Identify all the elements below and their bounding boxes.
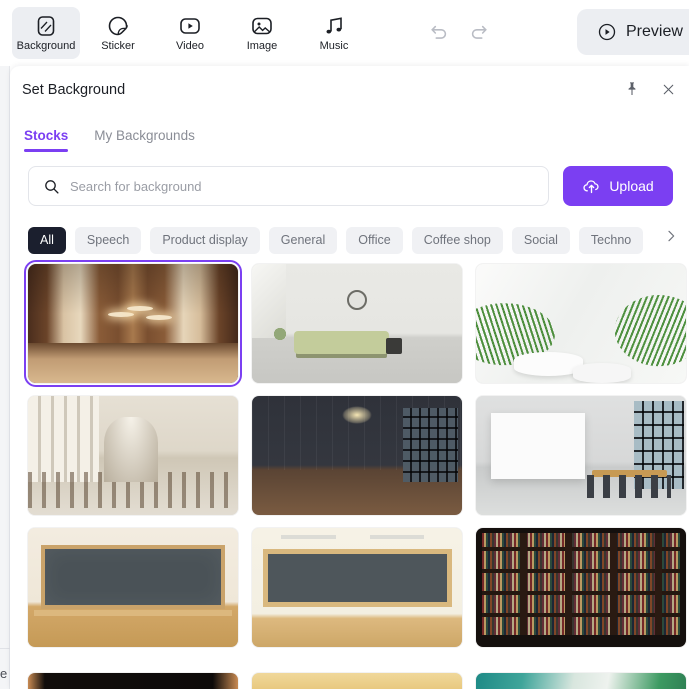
background-card-dark-ballroom-chandelier[interactable] [252,396,462,515]
background-card-classroom-blackboard-lamps[interactable] [252,528,462,647]
tool-sticker-label: Sticker [101,40,135,52]
category-chips: All Speech Product display General Offic… [10,206,689,258]
editor-backdrop-sliver [0,66,10,689]
search-icon [43,178,60,195]
panel-header: Set Background [10,66,689,114]
chip-coffee-shop-label: Coffee shop [423,233,491,247]
background-thumbnail [252,396,462,515]
chip-office-label: Office [358,233,391,247]
chip-general-label: General [280,233,326,247]
panel-header-actions [621,78,679,100]
backdrop-label-fragment: e [0,666,8,681]
preview-button[interactable]: Preview [577,9,689,55]
chip-techno[interactable]: Techno [578,226,644,254]
background-icon [34,14,58,38]
preview-label: Preview [626,23,683,40]
upload-label: Upload [609,178,654,194]
chip-speech[interactable]: Speech [74,226,142,254]
background-card-white-podium-palm-leaves[interactable] [476,264,686,383]
background-thumbnail [28,396,238,515]
tool-image[interactable]: Image [228,7,296,59]
background-thumbnail [252,673,462,689]
background-card-minimal-living-room-green-sofa[interactable] [252,264,462,383]
background-grid [10,258,689,689]
background-thumbnail [476,528,686,647]
tool-music[interactable]: Music [300,7,368,59]
upload-cloud-icon [582,177,601,196]
tab-my-backgrounds-label: My Backgrounds [94,128,195,143]
background-card-golden-gradient-partial[interactable] [252,673,462,689]
tab-stocks-label: Stocks [24,128,69,143]
background-card-dark-interior-partial[interactable] [28,673,238,689]
tab-my-backgrounds[interactable]: My Backgrounds [94,128,195,152]
background-card-classroom-blackboard-wood[interactable] [28,528,238,647]
background-thumbnail [476,264,686,383]
background-thumbnail [28,264,238,383]
sticker-icon [106,14,130,38]
background-card-teal-tropical-partial[interactable] [476,673,686,689]
chip-social-label: Social [523,233,558,247]
panel-title: Set Background [22,82,126,98]
background-thumbnail [28,528,238,647]
search-box[interactable] [28,166,549,206]
tool-group: Background Sticker Video Image Music [0,7,368,59]
background-card-classical-arched-hall-cafe[interactable] [28,396,238,515]
pin-icon[interactable] [621,78,643,100]
chip-coffee-shop[interactable]: Coffee shop [411,226,503,254]
undo-button[interactable] [426,20,452,46]
chip-techno-label: Techno [590,233,632,247]
redo-button[interactable] [466,20,492,46]
chip-product-display-label: Product display [162,233,248,247]
set-background-panel: Set Background Stocks My Backgrounds Sea… [10,66,689,689]
app-root: Background Sticker Video Image Music Pre… [0,0,689,689]
video-icon [178,14,202,38]
chip-general[interactable]: General [268,226,338,254]
background-thumbnail [252,264,462,383]
search-row: Upload [10,152,689,206]
tool-background[interactable]: Background [12,7,80,59]
tool-background-label: Background [16,40,76,52]
background-thumbnail [28,673,238,689]
chip-all[interactable]: All [28,226,66,254]
play-circle-icon [597,22,617,42]
chip-office[interactable]: Office [346,226,403,254]
background-card-warm-wood-lobby[interactable] [24,260,242,387]
tab-stocks[interactable]: Stocks [24,128,69,152]
tool-music-label: Music [319,40,349,52]
tool-sticker[interactable]: Sticker [84,7,152,59]
chip-all-label: All [40,233,54,247]
background-thumbnail [476,673,686,689]
background-thumbnail [252,528,462,647]
close-icon[interactable] [657,78,679,100]
background-card-library-bookshelves[interactable] [476,528,686,647]
panel-tabs: Stocks My Backgrounds [10,114,689,152]
image-icon [250,14,274,38]
history-controls [426,20,492,46]
chevron-right-icon[interactable] [661,226,681,246]
tool-video-label: Video [176,40,204,52]
background-thumbnail [476,396,686,515]
upload-button[interactable]: Upload [563,166,673,206]
background-card-industrial-office-whiteboard[interactable] [476,396,686,515]
chip-social[interactable]: Social [511,226,570,254]
music-icon [322,14,346,38]
search-input[interactable] [70,178,534,194]
chip-product-display[interactable]: Product display [150,226,260,254]
tool-video[interactable]: Video [156,7,224,59]
tool-image-label: Image [246,40,278,52]
chip-speech-label: Speech [86,233,130,247]
top-toolbar: Background Sticker Video Image Music Pre… [0,0,689,66]
